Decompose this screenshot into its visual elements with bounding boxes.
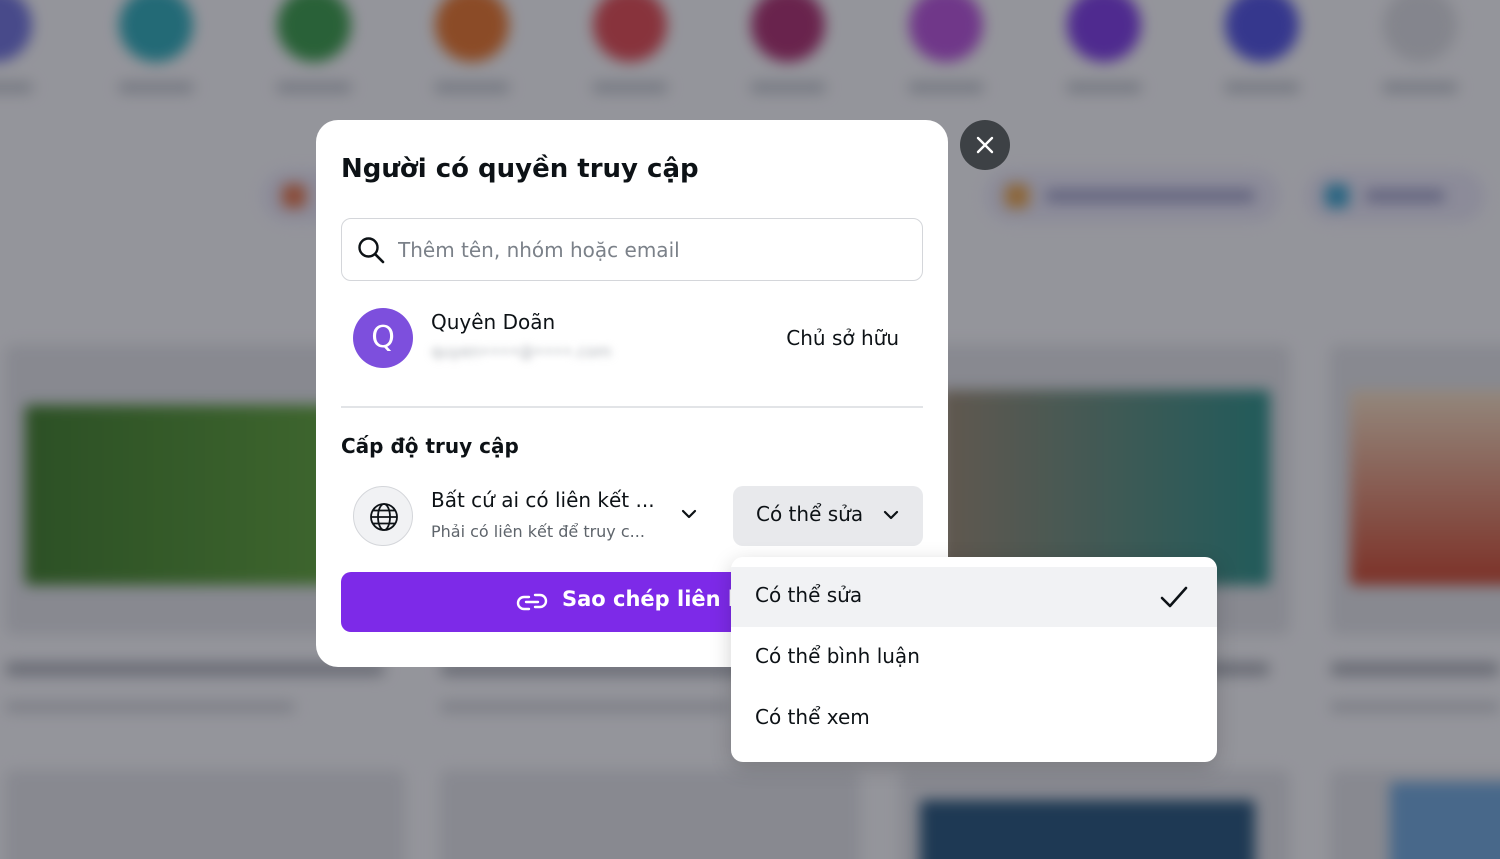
permission-option-label: Có thể sửa xyxy=(755,583,863,607)
owner-row: Q Quyên Doãn quyen••••@••••.com Chủ sở h… xyxy=(341,302,923,378)
permission-option-comment[interactable]: Có thể bình luận xyxy=(731,628,1217,688)
close-button[interactable] xyxy=(960,120,1010,170)
modal-title: Người có quyền truy cập xyxy=(341,154,699,184)
chevron-down-icon xyxy=(881,505,901,529)
access-level-label: Cấp độ truy cập xyxy=(341,434,519,458)
permission-option-label: Có thể bình luận xyxy=(755,644,920,668)
check-icon xyxy=(1159,583,1189,615)
link-access-title: Bất cứ ai có liên kết ... xyxy=(431,488,655,512)
close-icon xyxy=(976,136,994,154)
divider xyxy=(341,406,923,408)
permission-option-view[interactable]: Có thể xem xyxy=(731,689,1217,749)
owner-email: quyen••••@••••.com xyxy=(431,342,612,361)
permission-option-edit[interactable]: Có thể sửa xyxy=(731,567,1217,627)
permission-dropdown-button[interactable]: Có thể sửa xyxy=(733,486,923,546)
chevron-down-icon xyxy=(679,504,699,528)
avatar: Q xyxy=(353,308,413,368)
permission-selected-label: Có thể sửa xyxy=(756,502,864,526)
owner-role: Chủ sở hữu xyxy=(786,326,899,350)
owner-name: Quyên Doãn xyxy=(431,310,556,334)
link-access-description: Phải có liên kết để truy c... xyxy=(431,522,645,541)
link-access-selector[interactable]: Bất cứ ai có liên kết ... Phải có liên k… xyxy=(341,484,711,550)
search-input[interactable] xyxy=(398,231,898,269)
search-icon xyxy=(356,235,386,265)
search-field[interactable] xyxy=(341,218,923,281)
permission-menu: Có thể sửa Có thể bình luận Có thể xem xyxy=(731,557,1217,762)
permission-option-label: Có thể xem xyxy=(755,705,870,729)
globe-icon xyxy=(353,486,413,546)
link-icon xyxy=(515,588,549,620)
